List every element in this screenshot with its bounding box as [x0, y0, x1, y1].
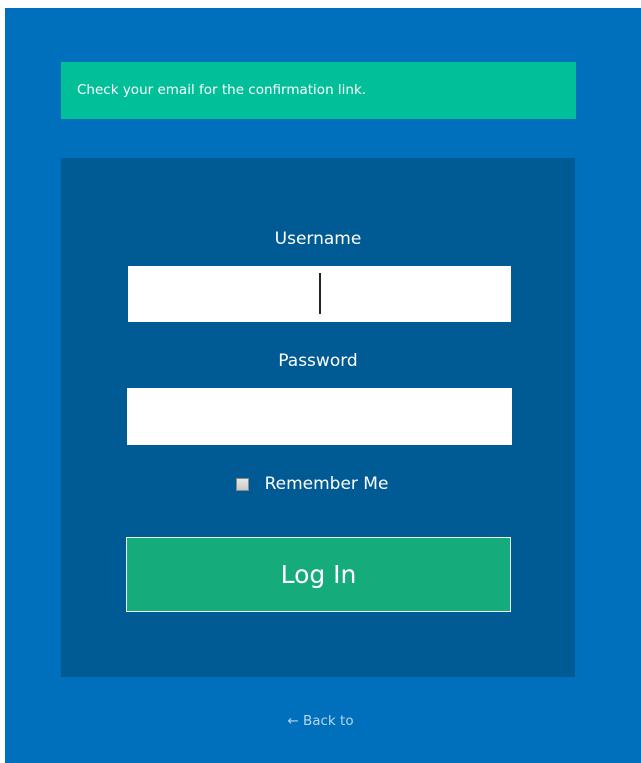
- username-label: Username: [274, 229, 362, 249]
- login-form: Username Password Remember Me Log In: [61, 158, 575, 677]
- text-cursor: [319, 273, 321, 314]
- remember-me-row: Remember Me: [61, 472, 575, 496]
- remember-me-checkbox[interactable]: [235, 477, 249, 491]
- confirmation-notice: Check your email for the confirmation li…: [61, 62, 576, 119]
- password-input[interactable]: [127, 388, 512, 445]
- login-button[interactable]: Log In: [126, 537, 511, 612]
- password-label: Password: [278, 351, 358, 371]
- username-input[interactable]: [128, 266, 511, 322]
- remember-me-label[interactable]: Remember Me: [265, 473, 389, 495]
- notice-message: Check your email for the confirmation li…: [77, 82, 367, 98]
- back-to-link[interactable]: ← Back to: [0, 712, 641, 730]
